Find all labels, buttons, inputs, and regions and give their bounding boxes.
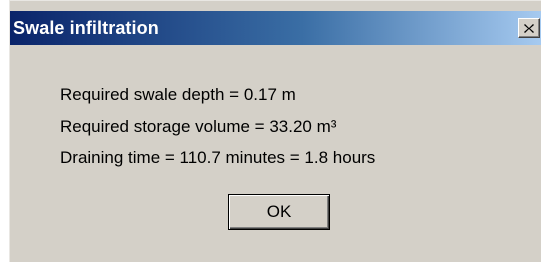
close-button[interactable] bbox=[518, 18, 540, 38]
ok-button-label: OK bbox=[266, 202, 292, 221]
title-bar[interactable]: Swale infiltration bbox=[10, 11, 541, 45]
ok-button[interactable]: OK bbox=[228, 194, 330, 230]
swale-infiltration-dialog: Swale infiltration Required swale depth … bbox=[9, 0, 541, 262]
storage-volume-text: Required storage volume = 33.20 m³ bbox=[60, 117, 337, 136]
swale-depth-text: Required swale depth = 0.17 m bbox=[60, 85, 296, 104]
close-icon bbox=[524, 23, 534, 33]
window-title: Swale infiltration bbox=[13, 17, 159, 38]
draining-time-text: Draining time = 110.7 minutes = 1.8 hour… bbox=[60, 148, 376, 167]
dialog-content: Required swale depth = 0.17 m Required s… bbox=[10, 45, 541, 262]
